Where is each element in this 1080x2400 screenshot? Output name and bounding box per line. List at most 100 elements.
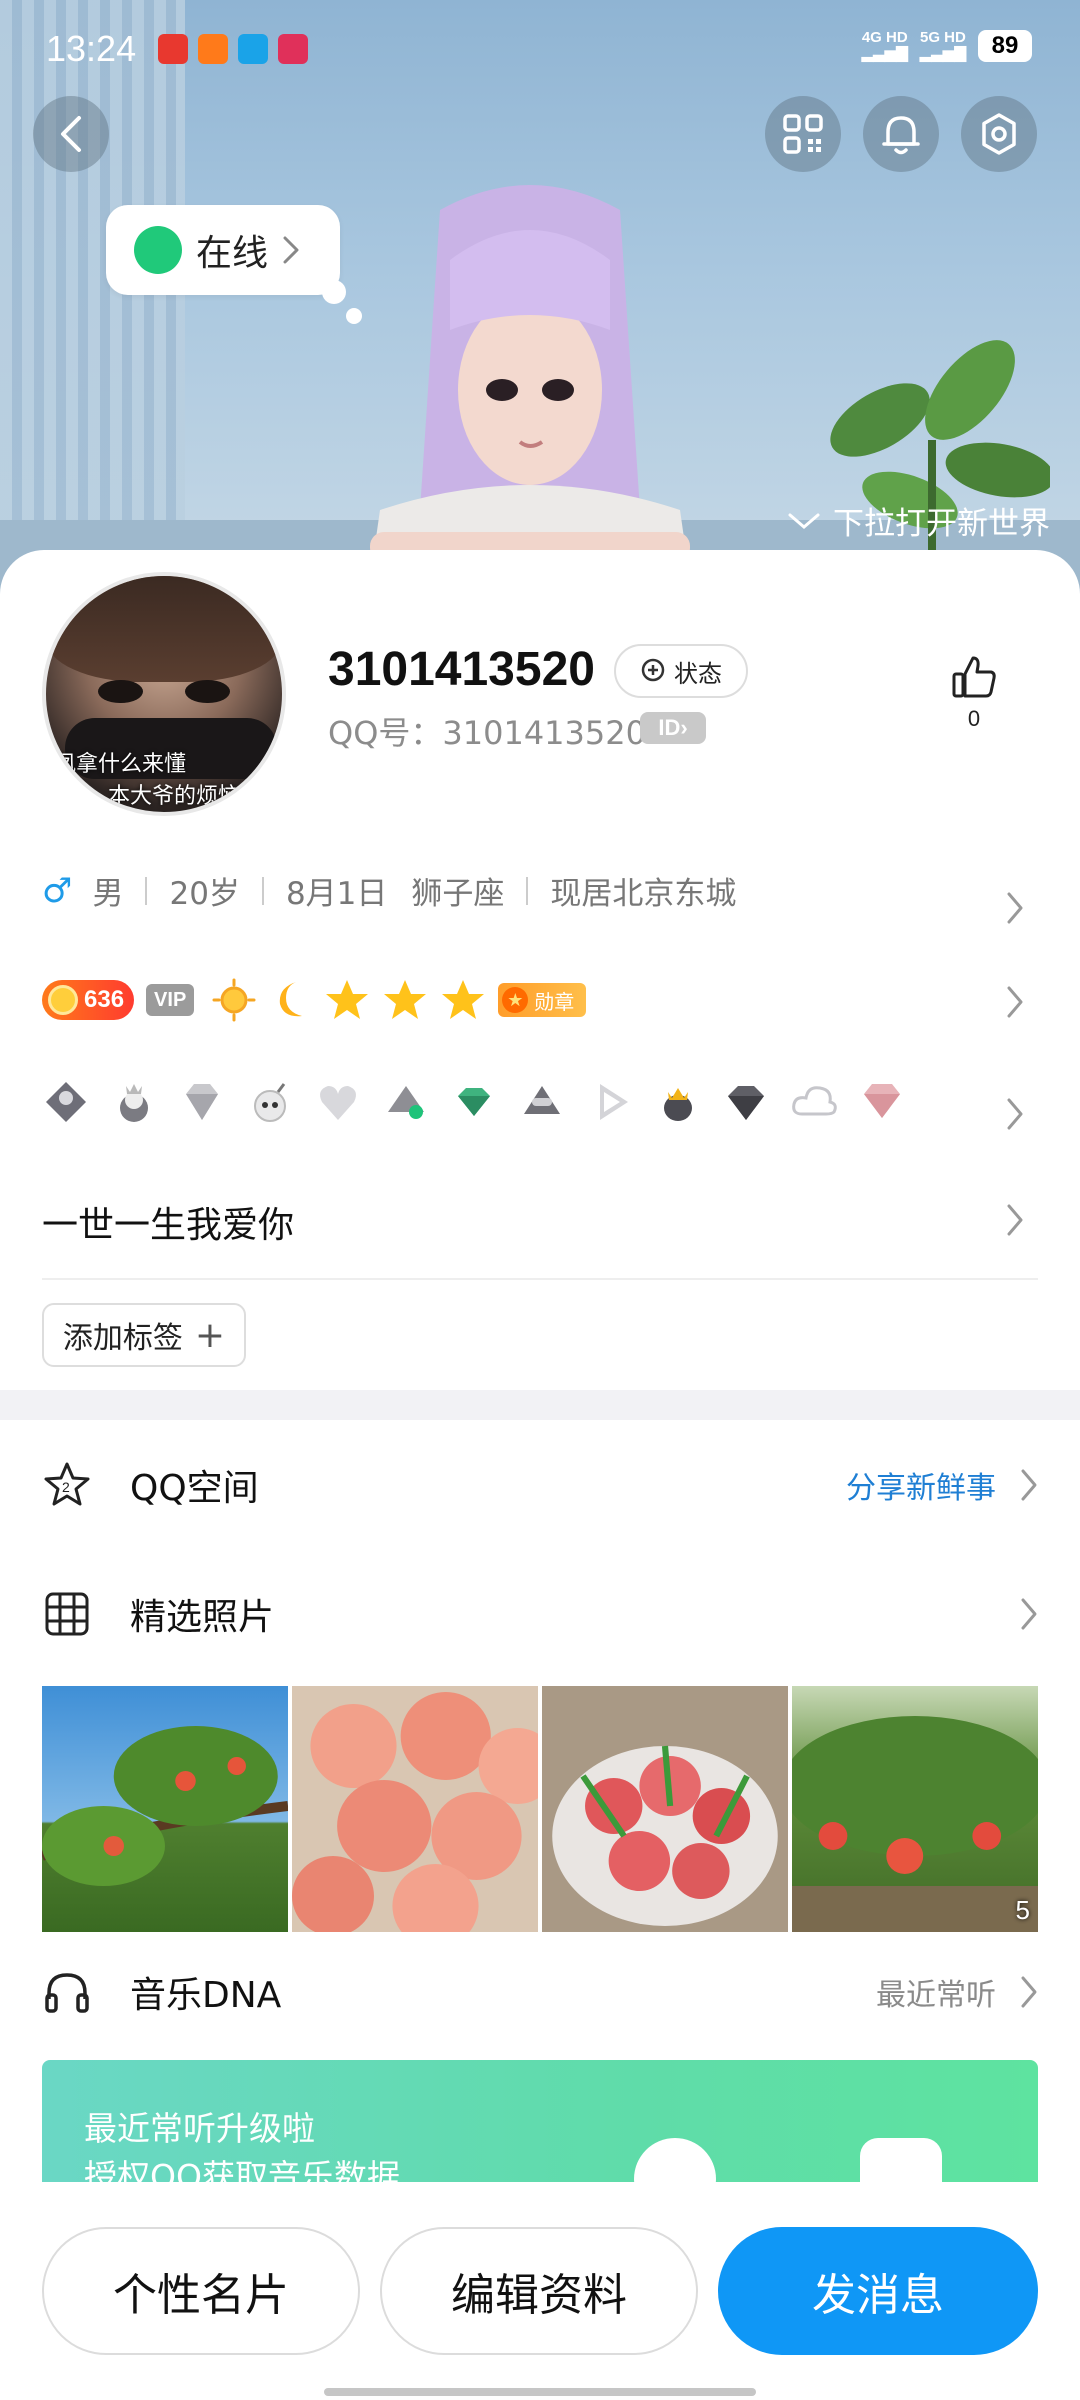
chevron-right-icon	[283, 236, 299, 264]
home-indicator[interactable]	[324, 2388, 756, 2396]
location: 现居北京东城	[550, 876, 737, 912]
edit-profile-button[interactable]: 编辑资料	[380, 2227, 698, 2355]
recent-listen-link[interactable]: 最近常听	[876, 1970, 996, 2014]
chevron-right-icon[interactable]	[1006, 984, 1024, 1020]
service-icons-row[interactable]	[42, 1078, 906, 1126]
cloud-icon	[792, 1086, 837, 1116]
profile-info-row[interactable]: ♂ 男 20岁 8月1日 狮子座 现居北京东城	[42, 868, 736, 913]
level-badges-row[interactable]: 636 VIP ★ 勋章	[42, 978, 587, 1022]
chevron-right-icon[interactable]	[1006, 1096, 1024, 1132]
bubble-tail	[322, 280, 346, 304]
divider	[261, 876, 264, 905]
profile-hero[interactable]: 13:24 4G HD ▂▃▅▇ 5G HD ▂▃▅▇ 89 在线 下拉打开新世…	[0, 0, 1080, 600]
id-badge[interactable]: ID ›	[640, 712, 706, 744]
photos-row[interactable]: 精选照片	[42, 1574, 1038, 1654]
personal-card-button[interactable]: 个性名片	[42, 2227, 360, 2355]
photo-thumbnail[interactable]	[292, 1686, 538, 1932]
battery-icon: 89	[978, 30, 1032, 62]
photo-gallery: 5	[42, 1686, 1038, 1932]
peach-basket-image	[292, 1692, 538, 1932]
medal-label: 勋章	[534, 989, 575, 1014]
divider	[526, 876, 529, 905]
notification-icons	[158, 34, 308, 64]
coin-icon	[48, 985, 78, 1015]
gender: 男	[92, 876, 124, 912]
qq-number[interactable]: QQ号：3101413520	[328, 708, 646, 754]
photo-thumbnail[interactable]: 5	[792, 1686, 1038, 1932]
signature[interactable]: 一世一生我爱你	[42, 1196, 294, 1248]
peach-bowl-image	[552, 1745, 778, 1926]
photo-thumbnail[interactable]	[42, 1686, 288, 1932]
chevron-right-icon[interactable]	[1006, 1202, 1024, 1238]
share-news-link[interactable]: 分享新鲜事	[846, 1463, 996, 1507]
sun-icon	[212, 978, 256, 1022]
add-tag-button[interactable]: 添加标签 +	[42, 1303, 246, 1367]
bubble-tail	[346, 308, 362, 324]
bottom-action-bar: 个性名片 编辑资料 发消息	[0, 2182, 1080, 2400]
avatar-eyes	[97, 679, 231, 704]
nickname: 3101413520	[328, 643, 595, 696]
gender-male-icon: ♂	[42, 870, 73, 911]
penguin-hat-icon	[524, 1086, 560, 1114]
music-action[interactable]: 最近常听	[876, 1970, 1038, 2014]
status-time: 13:24	[46, 28, 137, 69]
heart-icon	[320, 1086, 356, 1120]
play-video-icon	[600, 1084, 628, 1120]
status-bar: 13:24 4G HD ▂▃▅▇ 5G HD ▂▃▅▇ 89	[0, 0, 1080, 100]
network-4g-label: 4G HD	[861, 29, 908, 46]
settings-button[interactable]	[961, 96, 1037, 172]
back-button[interactable]	[33, 96, 109, 172]
chevron-right-icon	[1021, 1598, 1037, 1630]
online-status-bubble[interactable]: 在线	[106, 205, 340, 295]
like-button[interactable]: 0	[944, 654, 1004, 732]
like-count: 0	[967, 706, 981, 731]
bomb-face-icon	[254, 1083, 286, 1122]
avatar-eye	[185, 679, 231, 704]
photos-action[interactable]	[1020, 1596, 1038, 1632]
state-button[interactable]: 状态	[614, 644, 748, 698]
network-5g-label: 5G HD	[920, 29, 966, 46]
green-gem-icon	[458, 1088, 490, 1116]
avatar-hair	[46, 576, 282, 683]
pink-diamond-icon	[864, 1084, 900, 1118]
send-message-button[interactable]: 发消息	[718, 2227, 1038, 2355]
gear-icon	[982, 113, 1016, 155]
qzone-title: QQ空间	[130, 1468, 259, 1509]
network-5g-indicator: 5G HD ▂▃▅▇	[920, 30, 966, 62]
medal-badge: ★ 勋章	[498, 983, 587, 1017]
zodiac: 狮子座	[411, 876, 505, 912]
star-icon	[442, 980, 485, 1019]
status-right: 4G HD ▂▃▅▇ 5G HD ▂▃▅▇ 89	[862, 30, 1032, 62]
qzone-action[interactable]: 分享新鲜事	[846, 1463, 1038, 1507]
diamond-icon	[186, 1084, 218, 1120]
qr-code-icon	[783, 114, 823, 154]
star-icon	[384, 980, 427, 1019]
zplan-avatar-figure[interactable]	[330, 180, 730, 580]
moon-icon	[280, 982, 303, 1017]
signal-bars-icon: ▂▃▅▇	[861, 45, 908, 62]
music-dna-row[interactable]: 音乐DNA 最近常听	[42, 1952, 1038, 2032]
profile-card: 凤拿什么来懂 本大爷的烦恼 3101413520 状态 QQ号：31014135…	[0, 550, 1080, 2400]
online-status-label: 在线	[196, 233, 269, 274]
photo-thumbnail[interactable]	[542, 1686, 788, 1932]
notification-button[interactable]	[863, 96, 939, 172]
state-label: 状态	[674, 659, 722, 688]
headphones-icon	[45, 1973, 89, 2013]
level-value: 636	[84, 986, 125, 1013]
divider	[42, 1278, 1038, 1280]
state-add-icon	[641, 658, 665, 682]
online-dot-icon	[134, 226, 182, 274]
svg-text:2: 2	[62, 1479, 70, 1495]
chevron-right-icon[interactable]	[1006, 890, 1024, 926]
photo-count: 5	[1015, 1895, 1030, 1925]
penguin-king-icon	[664, 1088, 692, 1121]
grid-icon	[45, 1592, 89, 1636]
photos-title: 精选照片	[130, 1597, 275, 1638]
qzone-row[interactable]: 2 QQ空间 分享新鲜事	[42, 1445, 1038, 1525]
star-icon	[326, 980, 369, 1019]
avatar[interactable]: 凤拿什么来懂 本大爷的烦恼	[42, 572, 286, 816]
music-authorize-banner[interactable]: 最近常听升级啦 授权QQ获取音乐数据	[42, 2060, 1038, 2200]
add-tag-label: 添加标签	[62, 1321, 183, 1356]
qr-code-button[interactable]	[765, 96, 841, 172]
section-separator	[0, 1390, 1080, 1420]
